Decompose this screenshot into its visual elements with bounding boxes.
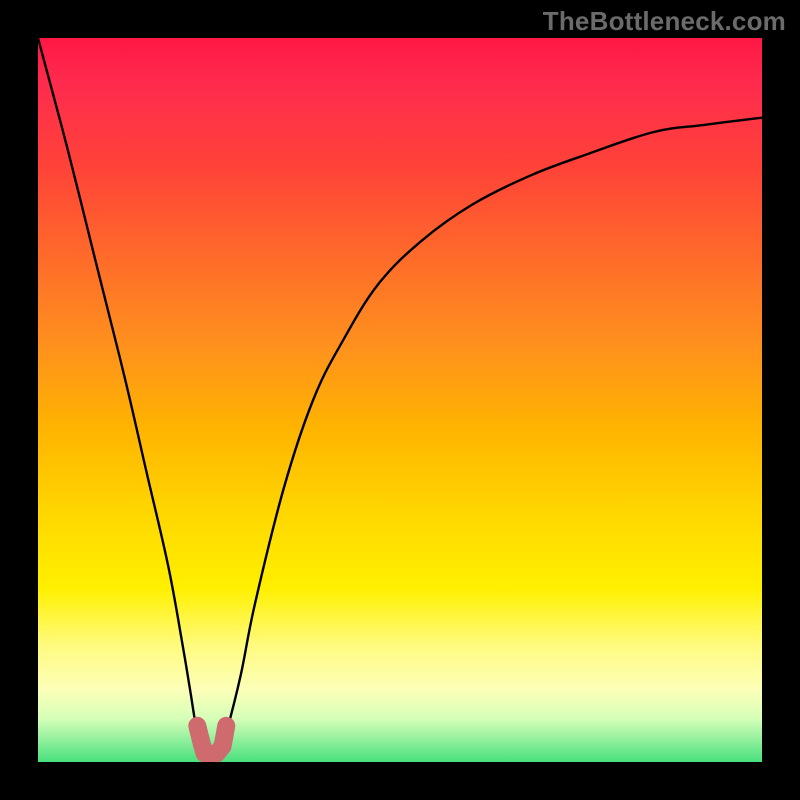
chart-frame: TheBottleneck.com <box>0 0 800 800</box>
watermark-text: TheBottleneck.com <box>543 6 786 37</box>
optimal-marker-shape <box>197 726 226 755</box>
chart-svg-layer <box>38 38 762 762</box>
bottleneck-curve-line <box>38 38 762 762</box>
